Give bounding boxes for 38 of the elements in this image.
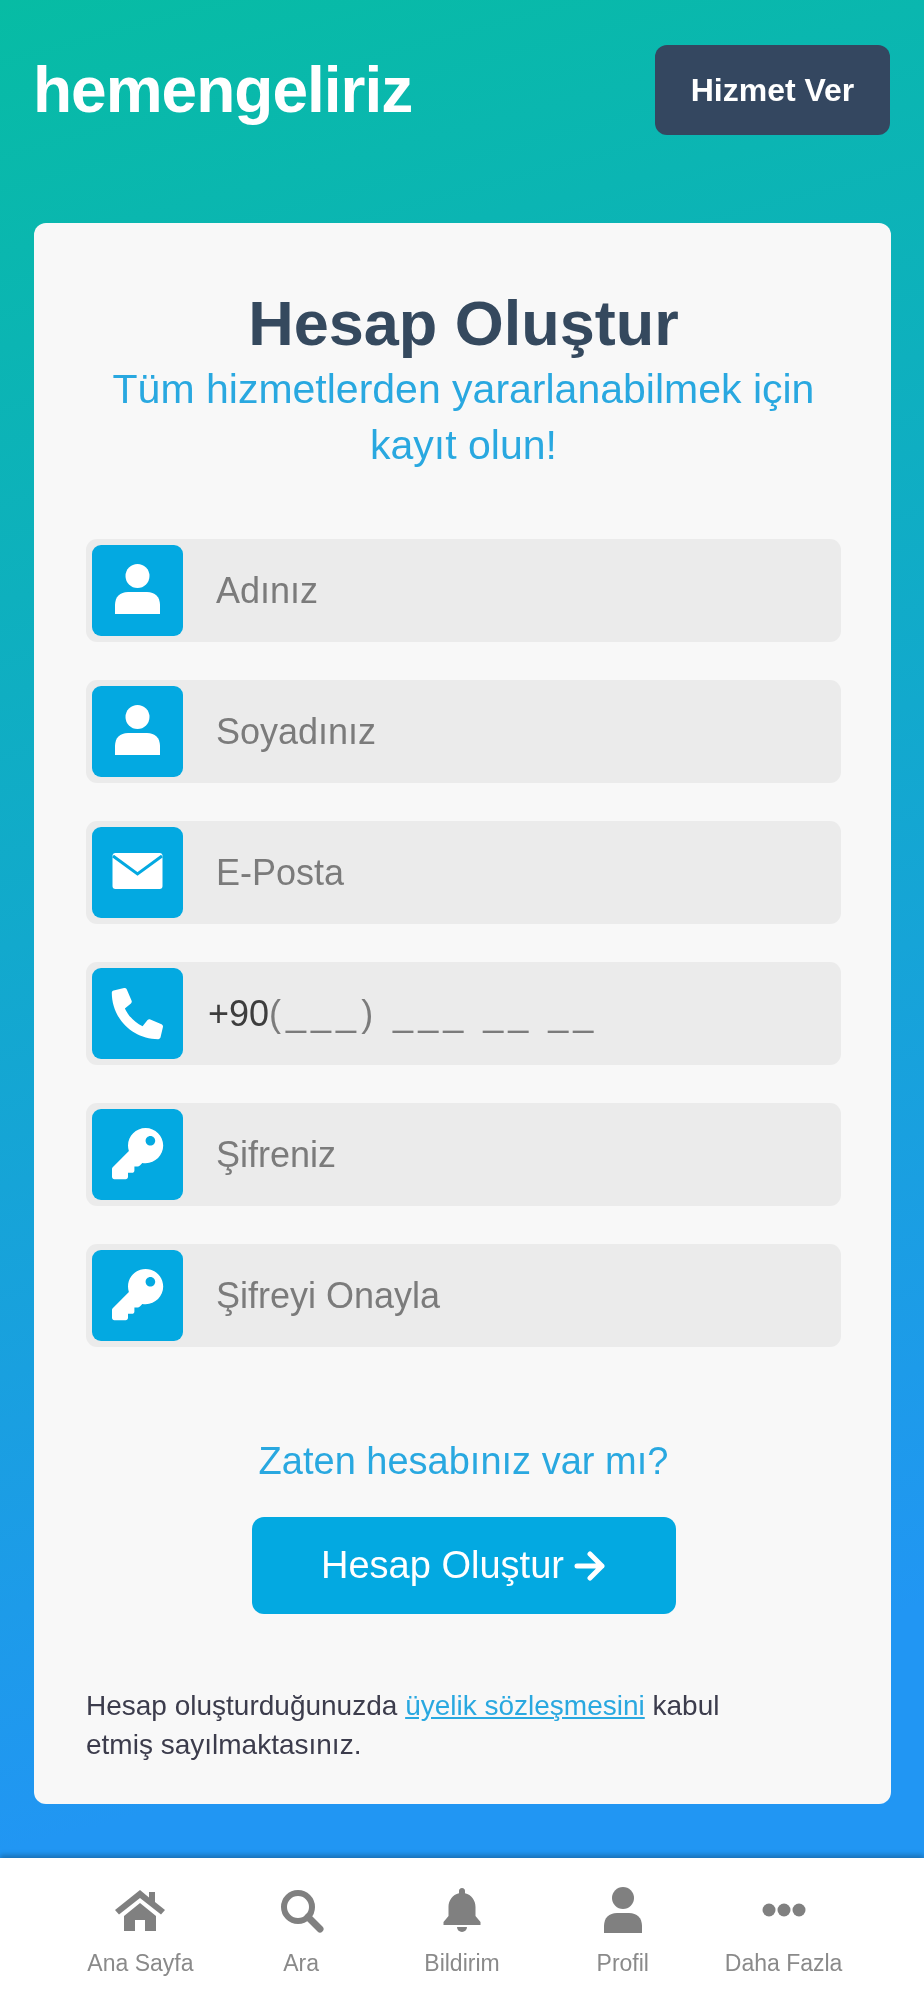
nav-item[interactable]: Profil: [596, 1887, 649, 1977]
name-field[interactable]: Adınız: [86, 539, 841, 642]
nav-item[interactable]: Bildirim: [424, 1887, 500, 1977]
arrow-right-icon: [573, 1550, 606, 1581]
more-icon: [761, 1903, 806, 1917]
password-field[interactable]: Şifreyi Onayla: [86, 1244, 841, 1347]
phone-input[interactable]: (___) ___ __ __: [269, 968, 835, 1059]
password-field[interactable]: Şifreniz: [86, 1103, 841, 1206]
bell-icon: [442, 1887, 482, 1933]
provide-service-button[interactable]: Hizmet Ver: [655, 45, 890, 135]
terms-text: Hesap oluşturduğunuzda üyelik sözleşmesini kabul etmiş sayılmaktasınız.: [86, 1689, 721, 1762]
form-title: Hesap Oluştur: [248, 287, 679, 360]
user-icon: [92, 686, 183, 777]
home-icon: [114, 1888, 167, 1932]
phone-field[interactable]: +90(___) ___ __ __: [86, 962, 841, 1065]
user-icon: [92, 545, 183, 636]
logo: hemengeliriz: [33, 55, 413, 125]
login-link[interactable]: Zaten hesabınız var mı?: [258, 1439, 669, 1483]
password-input[interactable]: Şifreniz: [183, 1109, 835, 1200]
name-input[interactable]: Soyadınız: [183, 686, 835, 777]
key-icon: [92, 1109, 183, 1200]
nav-item[interactable]: Ara: [278, 1887, 324, 1977]
terms-link[interactable]: üyelik sözleşmesini: [405, 1690, 645, 1721]
country-code: +90: [208, 992, 270, 1035]
key-icon: [92, 1250, 183, 1341]
nav-item[interactable]: Daha Fazla: [724, 1887, 843, 1977]
name-input[interactable]: Adınız: [183, 545, 835, 636]
email-input[interactable]: E-Posta: [183, 827, 835, 918]
nav-item[interactable]: Ana Sayfa: [87, 1887, 194, 1977]
user-icon: [602, 1887, 643, 1933]
form-subtitle: Tüm hizmetlerden yararlanabilmek için kayıt olun!: [111, 365, 816, 470]
name-field[interactable]: Soyadınız: [86, 680, 841, 783]
phone-icon: [92, 968, 183, 1059]
envelope-icon: [92, 827, 183, 918]
email-field[interactable]: E-Posta: [86, 821, 841, 924]
password-input[interactable]: Şifreyi Onayla: [183, 1250, 835, 1341]
create-account-button[interactable]: Hesap Oluştur: [251, 1517, 676, 1614]
search-icon: [278, 1887, 324, 1933]
